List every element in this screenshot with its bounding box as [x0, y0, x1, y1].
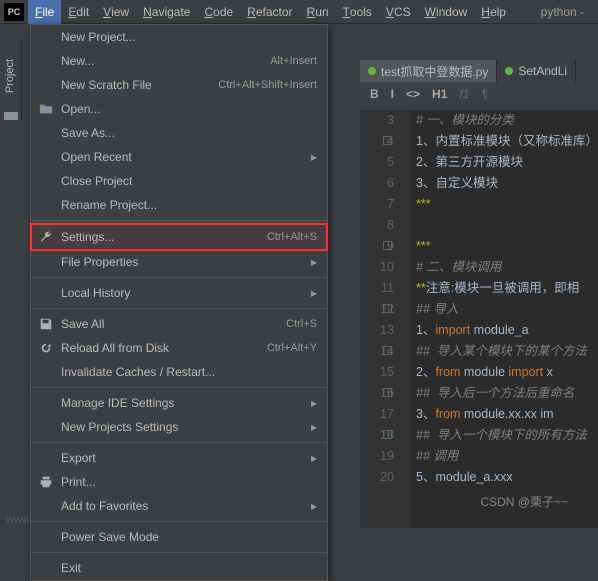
menu-item-add-to-favorites[interactable]: Add to Favorites▸ — [31, 494, 327, 518]
menu-item-save-as[interactable]: Save As... — [31, 121, 327, 145]
fold-icon[interactable]: - — [383, 388, 392, 397]
toolbar-btn[interactable]: H1 — [432, 87, 447, 101]
submenu-arrow-icon: ▸ — [311, 286, 317, 300]
menu-item-file-properties[interactable]: File Properties▸ — [31, 250, 327, 274]
submenu-arrow-icon: ▸ — [311, 396, 317, 410]
menu-item-power-save-mode[interactable]: Power Save Mode — [31, 525, 327, 549]
menu-help[interactable]: Help — [474, 0, 513, 24]
menu-item-new-projects-settings[interactable]: New Projects Settings▸ — [31, 415, 327, 439]
menu-separator — [31, 442, 327, 443]
menu-item-new-scratch-file[interactable]: New Scratch FileCtrl+Alt+Shift+Insert — [31, 73, 327, 97]
menu-item-print[interactable]: Print... — [31, 470, 327, 494]
fold-icon[interactable]: - — [383, 241, 392, 250]
menu-item-open-recent[interactable]: Open Recent▸ — [31, 145, 327, 169]
fold-icon[interactable]: - — [383, 346, 392, 355]
project-tool-tab[interactable]: Project — [0, 40, 22, 120]
menu-bar: PC FileEditViewNavigateCodeRefactorRunTo… — [0, 0, 598, 24]
toolbar-btn[interactable]: f1 — [459, 87, 469, 101]
wrench-icon — [39, 230, 53, 244]
menu-item-rename-project[interactable]: Rename Project... — [31, 193, 327, 217]
menu-separator — [31, 521, 327, 522]
fold-icon[interactable]: - — [383, 304, 392, 313]
menu-file[interactable]: File — [28, 0, 61, 24]
editor-tab[interactable]: test抓取中登数据.py — [360, 60, 497, 82]
submenu-arrow-icon: ▸ — [311, 451, 317, 465]
menu-item-local-history[interactable]: Local History▸ — [31, 281, 327, 305]
menu-item-export[interactable]: Export▸ — [31, 446, 327, 470]
csdn-watermark: CSDN @栗子~~ — [480, 493, 568, 510]
fold-icon[interactable]: - — [383, 136, 392, 145]
menu-separator — [31, 220, 327, 221]
project-tab-label: Project — [5, 59, 17, 93]
python-file-icon — [368, 67, 376, 75]
menu-separator — [31, 277, 327, 278]
menu-separator — [31, 387, 327, 388]
toolbar-btn[interactable]: <> — [406, 87, 420, 101]
editor-tabs: test抓取中登数据.pySetAndLi — [360, 60, 598, 82]
menu-navigate[interactable]: Navigate — [136, 0, 197, 24]
submenu-arrow-icon: ▸ — [311, 499, 317, 513]
menu-tools[interactable]: Tools — [336, 0, 379, 24]
print-icon — [39, 475, 53, 489]
menu-separator — [31, 308, 327, 309]
menu-item-reload-all-from-disk[interactable]: Reload All from DiskCtrl+Alt+Y — [31, 336, 327, 360]
code-lines: # 一、模块的分类1、内置标准模块（又称标准库）2、第三方开源模块3、自定义模块… — [416, 110, 598, 488]
submenu-arrow-icon: ▸ — [311, 150, 317, 164]
menu-item-invalidate-caches-restart[interactable]: Invalidate Caches / Restart... — [31, 360, 327, 384]
file-menu-dropdown: New Project...New...Alt+InsertNew Scratc… — [30, 24, 328, 581]
menu-separator — [31, 552, 327, 553]
folder-icon — [39, 102, 53, 116]
menu-item-save-all[interactable]: Save AllCtrl+S — [31, 312, 327, 336]
submenu-arrow-icon: ▸ — [311, 255, 317, 269]
fold-icon[interactable]: - — [383, 430, 392, 439]
menu-window[interactable]: Window — [418, 0, 475, 24]
menu-item-exit[interactable]: Exit — [31, 556, 327, 580]
folder-icon — [4, 112, 18, 120]
menu-item-new-project[interactable]: New Project... — [31, 25, 327, 49]
menu-item-manage-ide-settings[interactable]: Manage IDE Settings▸ — [31, 391, 327, 415]
code-editor[interactable]: 34-56789-101112-1314-1516-1718-1920 # 一、… — [360, 110, 598, 528]
menu-item-close-project[interactable]: Close Project — [31, 169, 327, 193]
python-file-icon — [505, 67, 513, 75]
menu-item-settings[interactable]: Settings...Ctrl+Alt+S — [31, 224, 327, 250]
app-logo: PC — [4, 3, 24, 21]
menu-view[interactable]: View — [96, 0, 136, 24]
toolbar-btn[interactable]: I — [391, 87, 394, 101]
editor-tab[interactable]: SetAndLi — [497, 60, 576, 82]
menu-item-new[interactable]: New...Alt+Insert — [31, 49, 327, 73]
menu-item-open[interactable]: Open... — [31, 97, 327, 121]
line-gutter: 34-56789-101112-1314-1516-1718-1920 — [360, 110, 410, 528]
save-icon — [39, 317, 53, 331]
reload-icon — [39, 341, 53, 355]
toolbar-btn[interactable]: ¶ — [481, 87, 487, 101]
menu-edit[interactable]: Edit — [61, 0, 96, 24]
project-indicator: python - — [541, 5, 594, 19]
toolbar-btn[interactable]: B — [370, 87, 379, 101]
editor-toolbar: BI <> H1 f1 ¶ — [360, 82, 598, 106]
submenu-arrow-icon: ▸ — [311, 420, 317, 434]
menu-vcs[interactable]: VCS — [379, 0, 418, 24]
menu-run[interactable]: Run — [300, 0, 336, 24]
menu-refactor[interactable]: Refactor — [240, 0, 299, 24]
menu-code[interactable]: Code — [197, 0, 240, 24]
